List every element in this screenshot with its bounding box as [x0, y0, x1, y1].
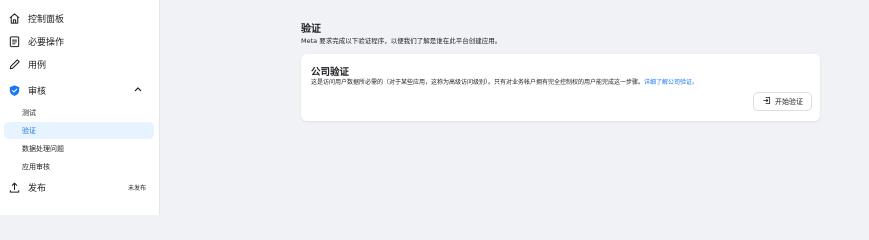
- sidebar-subitem-app-review[interactable]: 应用审核: [4, 158, 154, 175]
- main-content: 验证 Meta 要求完成以下验证程序，以便我们了解是谁在此平台创建应用。 公司验…: [160, 0, 869, 215]
- sidebar-subitem-data-handling[interactable]: 数据处理问题: [4, 140, 154, 157]
- page-title: 验证: [301, 24, 321, 35]
- home-icon: [6, 10, 22, 26]
- sidebar-item-label: 用例: [28, 60, 47, 71]
- start-verification-label: 开始验证: [775, 97, 803, 106]
- sidebar-item-label: 控制面板: [28, 14, 65, 25]
- sign-in-icon: [762, 96, 771, 107]
- sidebar-subitem-testing[interactable]: 测试: [4, 104, 154, 121]
- start-verification-button[interactable]: 开始验证: [753, 92, 812, 111]
- sidebar-item-label: 发布: [28, 183, 47, 194]
- learn-more-link[interactable]: 详细了解公司验证。: [644, 79, 698, 86]
- shield-check-icon: [6, 82, 22, 98]
- sidebar-subitem-verification[interactable]: 验证: [4, 122, 154, 139]
- clipboard-icon: [6, 33, 22, 49]
- page-description: Meta 要求完成以下验证程序，以便我们了解是谁在此平台创建应用。: [301, 37, 502, 45]
- status-badge: 未发布: [127, 184, 146, 192]
- card-description: 这是访问用户数据所必需的（对于某些应用，这称为高级访问级别）。只有对业务帐户拥有…: [311, 77, 816, 86]
- sidebar-subitem-label: 测试: [22, 108, 36, 117]
- sidebar-subitem-label: 验证: [22, 126, 36, 135]
- pencil-icon: [6, 56, 22, 72]
- sidebar-subitem-label: 数据处理问题: [22, 144, 64, 153]
- sidebar-item-required-actions[interactable]: 必要操作: [4, 31, 154, 51]
- sidebar: 控制面板 必要操作 用例 审核 测试 验证 数据处理问题 应用审核 发布 未发布: [0, 0, 160, 215]
- card-title: 公司验证: [311, 67, 350, 78]
- sidebar-item-use-cases[interactable]: 用例: [4, 54, 154, 74]
- sidebar-item-dashboard[interactable]: 控制面板: [4, 8, 154, 28]
- card-description-text: 这是访问用户数据所必需的（对于某些应用，这称为高级访问级别）。只有对业务帐户拥有…: [311, 79, 645, 86]
- sidebar-item-review[interactable]: 审核: [4, 80, 154, 100]
- chevron-up-icon[interactable]: [134, 85, 142, 95]
- sidebar-subitem-label: 应用审核: [22, 162, 50, 171]
- sidebar-item-publish[interactable]: 发布 未发布: [4, 177, 154, 197]
- upload-icon: [6, 179, 22, 195]
- sidebar-item-label: 必要操作: [28, 37, 65, 48]
- sidebar-item-label: 审核: [28, 86, 47, 97]
- business-verification-card: 公司验证 这是访问用户数据所必需的（对于某些应用，这称为高级访问级别）。只有对业…: [301, 54, 820, 121]
